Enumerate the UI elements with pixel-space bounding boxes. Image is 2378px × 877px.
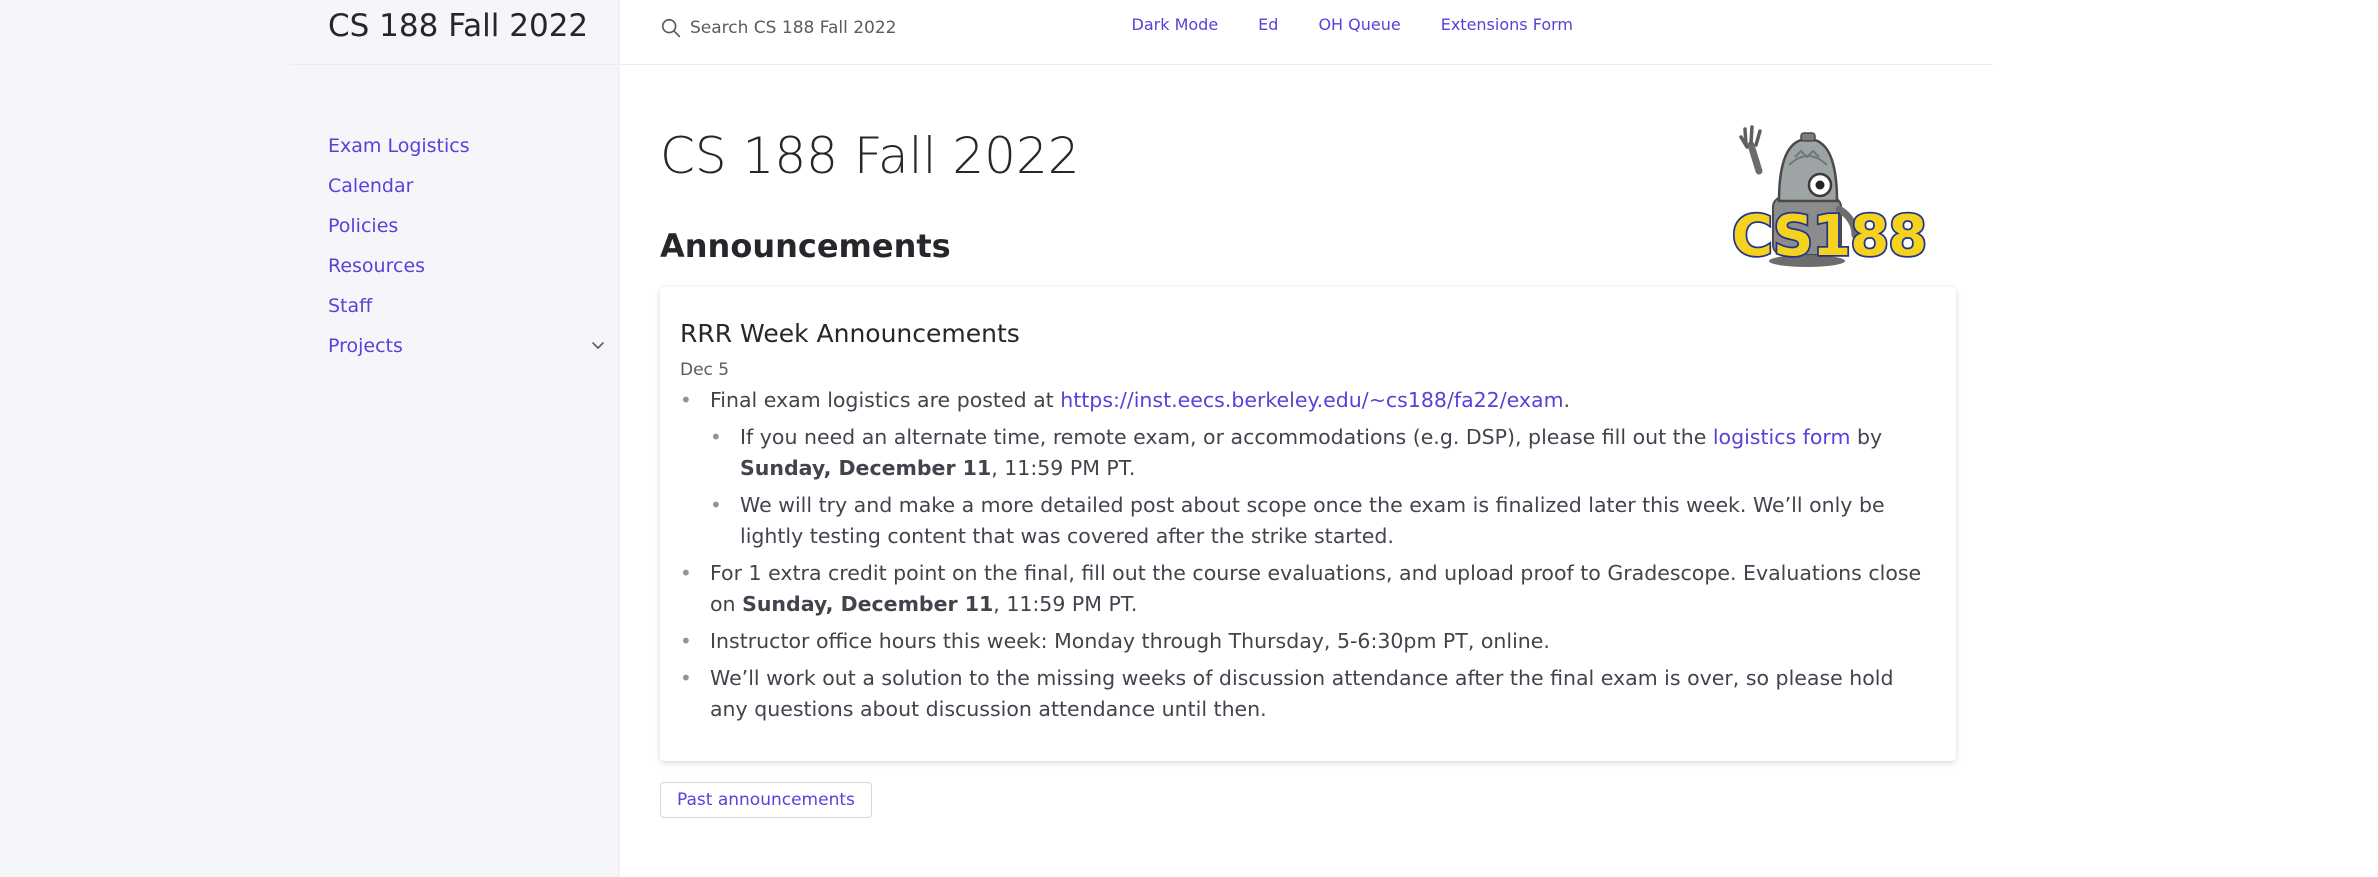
logistics-form-link[interactable]: logistics form (1713, 425, 1851, 449)
sidebar-item-staff: Staff (328, 288, 470, 328)
search-input[interactable] (690, 18, 1150, 38)
sidebar-item-calendar: Calendar (328, 168, 470, 208)
oh-queue-link[interactable]: OH Queue (1318, 15, 1400, 34)
sidebar-item-projects: Projects (328, 328, 470, 368)
nav-link-staff[interactable]: Staff (328, 295, 372, 317)
nav-link-calendar[interactable]: Calendar (328, 175, 413, 197)
nav-link-policies[interactable]: Policies (328, 215, 398, 237)
nav-link-projects[interactable]: Projects (328, 335, 403, 357)
main-content: Dark Mode Ed OH Queue Extensions Form CS… (620, 0, 2378, 877)
sidebar-item-resources: Resources (328, 248, 470, 288)
search-bar[interactable] (660, 12, 1180, 44)
sidebar-nav: Exam Logistics Calendar Policies Resourc… (328, 128, 470, 368)
sidebar: CS 188 Fall 2022 Exam Logistics Calendar… (0, 0, 619, 877)
announcement-card: RRR Week Announcements Dec 5 Final exam … (660, 287, 1956, 761)
sub-list: If you need an alternate time, remote ex… (710, 422, 1936, 552)
ed-link[interactable]: Ed (1258, 15, 1278, 34)
list-item: Instructor office hours this week: Monda… (680, 626, 1936, 657)
aux-nav: Dark Mode Ed OH Queue Extensions Form (1132, 15, 1573, 34)
past-announcements-button[interactable]: Past announcements (660, 782, 872, 818)
chevron-down-icon[interactable] (590, 337, 606, 353)
section-title: Announcements (660, 227, 951, 265)
top-bar: Dark Mode Ed OH Queue Extensions Form (620, 0, 1993, 65)
list-item: We will try and make a more detailed pos… (710, 490, 1936, 552)
list-item: For 1 extra credit point on the final, f… (680, 558, 1936, 620)
logo-text: CS188 (1732, 204, 1926, 269)
exam-logistics-url-link[interactable]: https://inst.eecs.berkeley.edu/~cs188/fa… (1060, 388, 1563, 412)
announcement-list: Final exam logistics are posted at https… (680, 385, 1936, 731)
sidebar-item-policies: Policies (328, 208, 470, 248)
dark-mode-link[interactable]: Dark Mode (1132, 15, 1219, 34)
nav-link-resources[interactable]: Resources (328, 255, 425, 277)
cs188-logo: CS188 (1730, 125, 1929, 271)
sidebar-divider (290, 64, 619, 65)
search-icon (661, 18, 681, 38)
nav-link-exam-logistics[interactable]: Exam Logistics (328, 135, 470, 157)
list-item: Final exam logistics are posted at https… (680, 385, 1936, 552)
announcement-date: Dec 5 (680, 360, 730, 380)
page-title: CS 188 Fall 2022 (660, 127, 1080, 185)
sidebar-item-exam-logistics: Exam Logistics (328, 128, 470, 168)
site-title-link[interactable]: CS 188 Fall 2022 (328, 2, 588, 50)
list-item: If you need an alternate time, remote ex… (710, 422, 1936, 484)
announcement-title: RRR Week Announcements (680, 319, 1020, 348)
list-item: We’ll work out a solution to the missing… (680, 663, 1936, 725)
extensions-form-link[interactable]: Extensions Form (1441, 15, 1573, 34)
